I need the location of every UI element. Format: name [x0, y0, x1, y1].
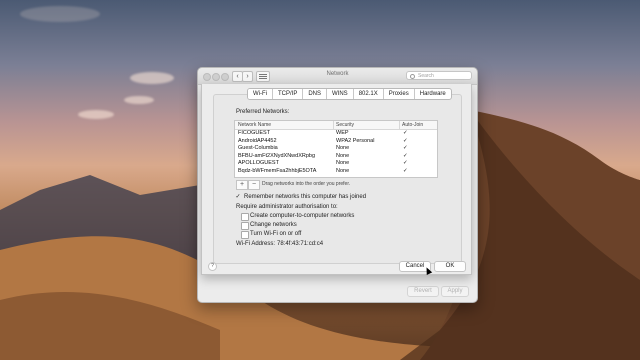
remember-networks-checkbox[interactable]: ✓: [235, 194, 241, 200]
network-name: Bqdz-bWFmemFsa2hhbjE5OTA: [238, 168, 317, 174]
turn-wifi-checkbox[interactable]: [241, 231, 249, 239]
table-row[interactable]: APOLLOGUEST None ✓: [235, 160, 437, 168]
table-row[interactable]: FICOGUEST WEP ✓: [235, 130, 437, 138]
network-name: BFBU-amFt2XNydXNwdXRpbg: [238, 152, 316, 159]
network-security: None: [336, 168, 350, 174]
search-icon: [410, 74, 415, 79]
auto-join-checkbox[interactable]: ✓: [403, 168, 408, 176]
preferred-networks-heading: Preferred Networks:: [236, 109, 290, 115]
tab-proxies[interactable]: Proxies: [384, 89, 415, 99]
network-name: AndroidAP4452: [238, 137, 277, 144]
plus-icon: +: [239, 181, 245, 188]
preferred-networks-table[interactable]: Network Name Security Auto-Join FICOGUES…: [234, 120, 438, 178]
table-row[interactable]: Guest-Columbia None ✓: [235, 145, 437, 153]
remember-networks-label: Remember networks this computer has join…: [244, 194, 367, 200]
tab-8021x[interactable]: 802.1X: [354, 89, 384, 99]
network-security: None: [336, 152, 350, 159]
network-security: WEP: [336, 130, 349, 136]
auto-join-checkbox[interactable]: ✓: [403, 160, 408, 168]
network-security: None: [336, 160, 350, 167]
help-button[interactable]: ?: [208, 262, 217, 271]
table-row[interactable]: BFBU-amFt2XNydXNwdXRpbg None ✓: [235, 153, 437, 161]
auto-join-checkbox[interactable]: ✓: [403, 145, 408, 153]
column-header-security[interactable]: Security: [336, 121, 354, 129]
table-row[interactable]: Bqdz-bWFmemFsa2hhbjE5OTA None ✓: [235, 168, 437, 176]
add-network-button[interactable]: +: [236, 180, 248, 190]
column-header-auto-join[interactable]: Auto-Join: [402, 121, 423, 129]
auto-join-checkbox[interactable]: ✓: [403, 153, 408, 161]
change-networks-label: Change networks: [250, 222, 297, 228]
column-header-network-name[interactable]: Network Name: [238, 121, 271, 129]
tab-dns[interactable]: DNS: [303, 89, 328, 99]
tab-tcpip[interactable]: TCP/IP: [273, 89, 304, 99]
admin-auth-heading: Require administrator authorisation to:: [236, 204, 338, 210]
table-row[interactable]: AndroidAP4452 WPA2 Personal ✓: [235, 138, 437, 146]
column-divider: [333, 121, 334, 129]
wifi-address-label: Wi-Fi Address:: [236, 241, 276, 247]
tab-wifi[interactable]: Wi-Fi: [248, 89, 273, 99]
network-name: APOLLOGUEST: [238, 160, 279, 167]
search-placeholder: Search: [418, 73, 434, 79]
change-networks-checkbox[interactable]: [241, 222, 249, 230]
wifi-address-value: 78:4f:43:71:cd:c4: [277, 241, 324, 247]
tab-hardware[interactable]: Hardware: [415, 89, 451, 99]
search-field[interactable]: Search: [406, 71, 472, 80]
revert-button[interactable]: Revert: [407, 286, 439, 297]
create-c2c-networks-label: Create computer-to-computer networks: [250, 213, 355, 219]
remove-network-button[interactable]: −: [248, 180, 260, 190]
auto-join-checkbox[interactable]: ✓: [403, 138, 408, 146]
network-security: None: [336, 145, 350, 152]
apply-button[interactable]: Apply: [441, 286, 469, 297]
ok-button[interactable]: OK: [434, 261, 466, 272]
tab-bar: Wi-Fi TCP/IP DNS WINS 802.1X Proxies Har…: [247, 88, 452, 100]
auto-join-checkbox[interactable]: ✓: [403, 130, 408, 138]
network-security: WPA2 Personal: [336, 137, 375, 144]
drag-hint: Drag networks into the order you prefer.: [262, 181, 351, 187]
create-c2c-networks-checkbox[interactable]: [241, 213, 249, 221]
minus-icon: −: [251, 181, 257, 188]
column-divider: [399, 121, 400, 129]
title-bar[interactable]: ‹ › Network Search: [198, 68, 477, 85]
tab-wins[interactable]: WINS: [327, 89, 354, 99]
turn-wifi-label: Turn Wi-Fi on or off: [250, 231, 302, 237]
network-name: FICOGUEST: [238, 130, 271, 136]
network-name: Guest-Columbia: [238, 145, 278, 152]
